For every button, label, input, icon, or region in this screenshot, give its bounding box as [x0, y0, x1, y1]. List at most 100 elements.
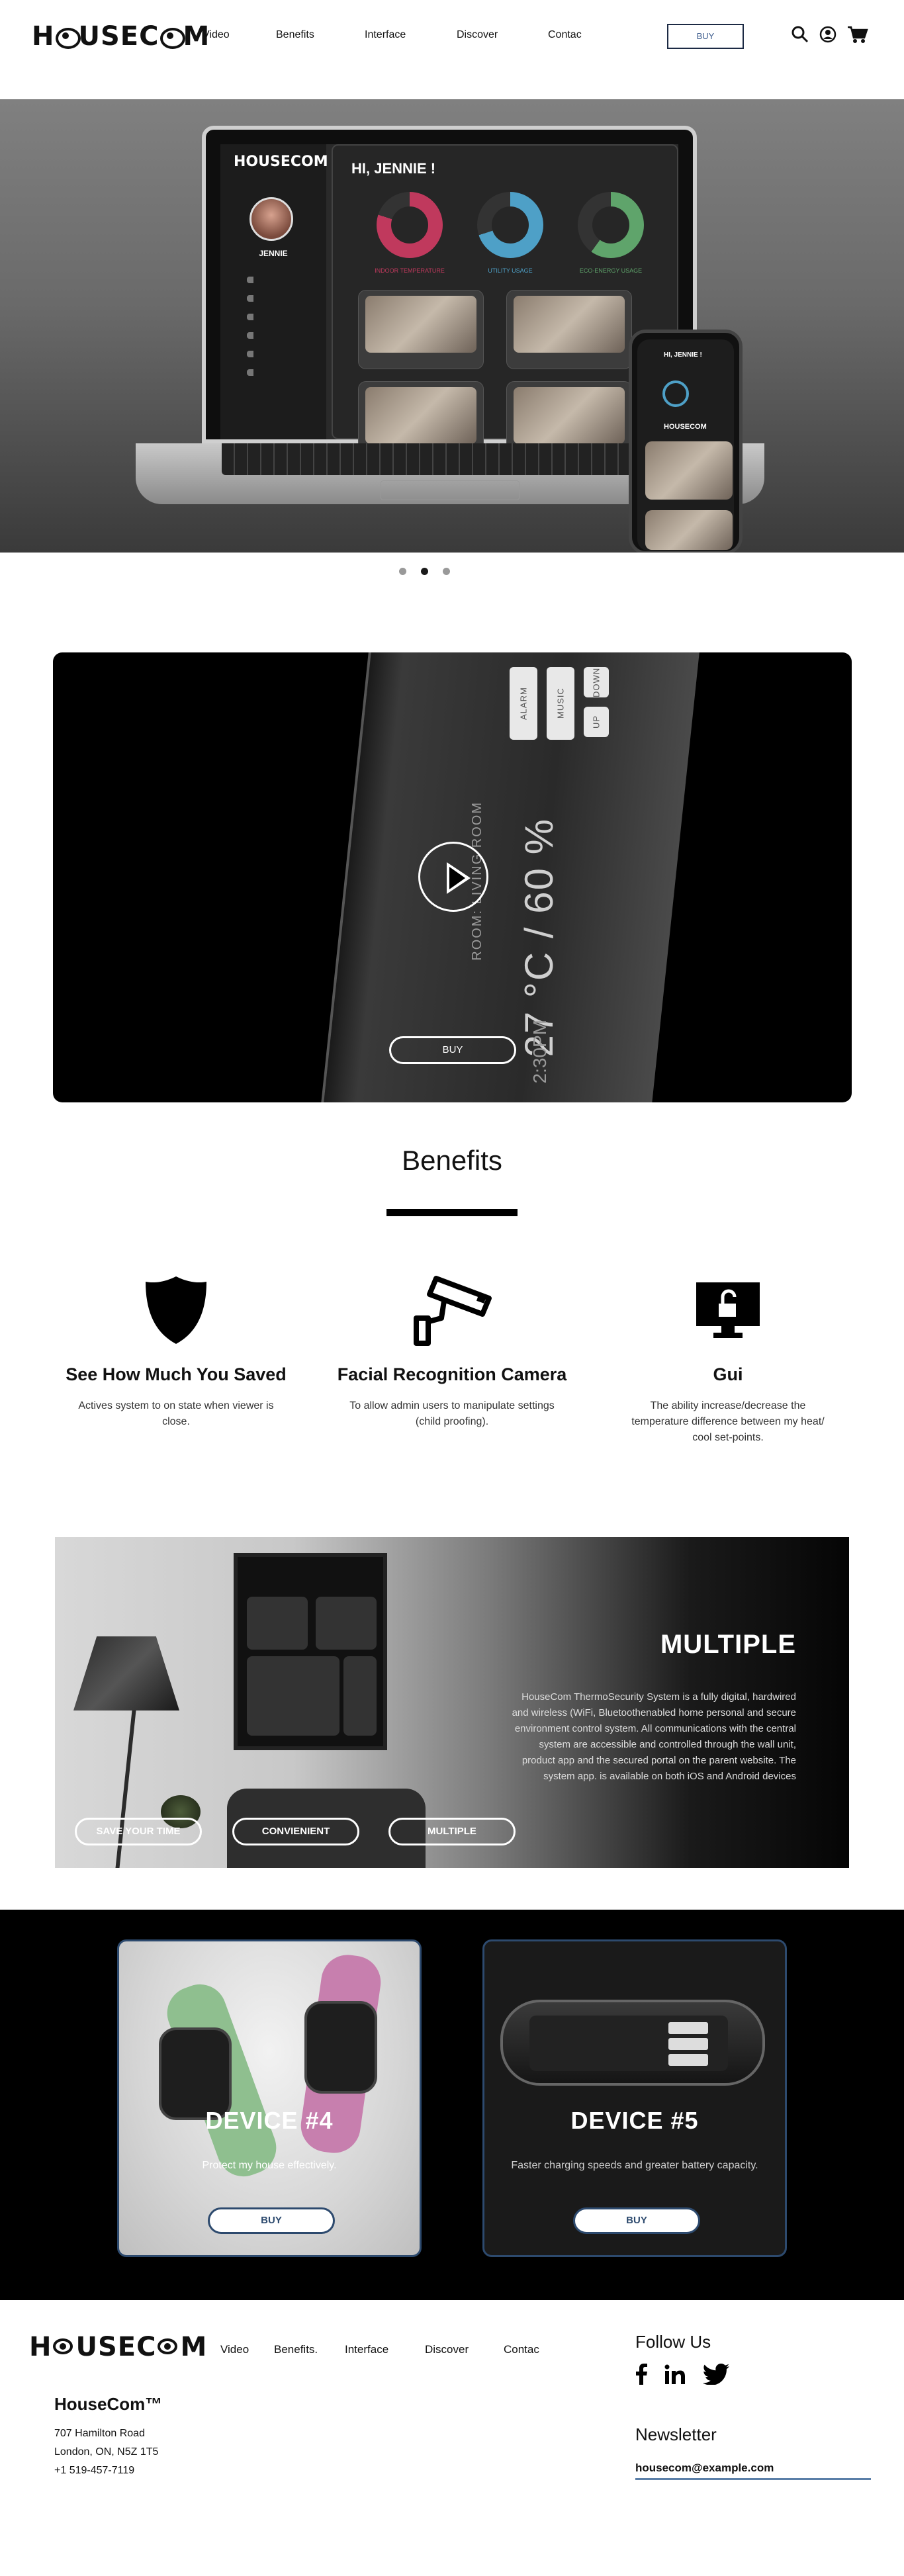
header-buy-button[interactable]: BUY [667, 24, 744, 49]
benefit-title: See How Much You Saved [66, 1364, 287, 1384]
smartwatch-image [159, 2027, 232, 2120]
app-menu [247, 277, 300, 388]
header-icons [791, 25, 868, 44]
carousel-dot-active[interactable] [421, 568, 428, 575]
site-footer: H USEC M Video Benefits. Interface Discove… [0, 2300, 904, 2576]
nav-benefits[interactable]: Benefits [276, 29, 314, 41]
play-icon[interactable] [418, 842, 488, 912]
linkedin-icon[interactable] [664, 2364, 686, 2387]
device-4-buy-button[interactable]: BUY [208, 2207, 335, 2234]
app-greeting: HI, JENNIE ! [351, 160, 436, 177]
phone-room-card [645, 510, 733, 550]
device-button-alarm: ALARM [510, 667, 537, 740]
phone-greeting: HI, JENNIE ! [664, 351, 702, 359]
wall-tablet-card [343, 1656, 377, 1736]
footer-nav-benefits[interactable]: Benefits. [274, 2343, 318, 2356]
eye-logo-icon [54, 24, 81, 49]
convenient-button[interactable]: CONVIENIENT [232, 1818, 359, 1845]
carousel-dot[interactable] [443, 568, 450, 575]
benefits-title: Benefits [402, 1145, 502, 1176]
device-card-4: DEVICE #4 Protect my house effectively. … [117, 1939, 422, 2257]
smartwatch-image [304, 2001, 377, 2094]
benefit-text: To allow admin users to manipulate setti… [349, 1400, 555, 1427]
benefit-title: Facial Recognition Camera [337, 1364, 567, 1384]
logo[interactable]: H USEC M [32, 21, 210, 52]
eye-logo-icon [156, 2334, 180, 2357]
footer-address: 707 Hamilton Road London, ON, N5Z 1T5 +1… [54, 2424, 158, 2480]
footer-nav-contact[interactable]: Contac [504, 2343, 539, 2356]
shield-icon [54, 1270, 298, 1350]
benefit-text: The ability increase/decrease the temper… [631, 1400, 825, 1443]
social-links [635, 2364, 729, 2388]
phone-number: +1 519-457-7119 [54, 2465, 135, 2476]
carousel-dots [399, 568, 450, 575]
facebook-icon[interactable] [635, 2364, 647, 2388]
gauge-indoor-temperature [377, 192, 443, 258]
footer-nav-discover[interactable]: Discover [425, 2343, 469, 2356]
device-button-up: UP [584, 707, 609, 737]
footer-nav-video[interactable]: Video [220, 2343, 249, 2356]
device-description: Faster charging speeds and greater batte… [511, 2160, 758, 2171]
eye-logo-icon [52, 2334, 75, 2357]
lamp-image [73, 1636, 179, 1710]
carousel-dot[interactable] [399, 568, 406, 575]
phone-screen: HI, JENNIE ! HOUSECOM [637, 339, 734, 551]
device-time-readout: 2:30PM [529, 1020, 550, 1084]
thermostat-button [668, 2022, 708, 2034]
twitter-icon[interactable] [702, 2364, 729, 2388]
video-player[interactable]: ALARM MUSIC DOWN UP ROOM: LIVING ROOM 27… [53, 652, 852, 1102]
device-name: DEVICE #4 [205, 2107, 334, 2134]
benefit-card: Gui The ability increase/decrease the te… [606, 1270, 850, 1446]
app-dashboard: HOUSECOM JENNIE HI, JENNIE ! INDOOR TEMP… [220, 144, 678, 461]
wall-tablet-card [316, 1597, 377, 1650]
touchpad [381, 480, 520, 500]
multiple-title: MULTIPLE [660, 1630, 796, 1659]
app-menu-item [247, 277, 300, 283]
laptop-mockup: HOUSECOM JENNIE HI, JENNIE ! INDOOR TEMP… [202, 126, 697, 461]
keyboard [222, 443, 678, 475]
wall-tablet-image [234, 1553, 387, 1750]
footer-brand: HouseCom™ [54, 2394, 163, 2414]
avatar [249, 197, 293, 241]
save-your-time-button[interactable]: SAVE YOUR TIME [75, 1818, 202, 1845]
follow-us-title: Follow Us [635, 2332, 711, 2352]
site-header: H USEC M Video Benefits Interface Discover… [0, 0, 904, 99]
video-buy-button[interactable]: BUY [389, 1036, 516, 1064]
app-menu-item [247, 332, 300, 339]
address-line: 707 Hamilton Road [54, 2428, 145, 2439]
device-buttons: ALARM MUSIC DOWN UP [510, 667, 609, 740]
thermostat-image [500, 2000, 765, 2086]
multiple-button[interactable]: MULTIPLE [388, 1818, 516, 1845]
gauge-label: UTILITY USAGE [488, 267, 533, 274]
eye-logo-icon [159, 24, 186, 49]
user-icon[interactable] [819, 26, 836, 43]
gauge-label: INDOOR TEMPERATURE [375, 267, 445, 274]
search-icon[interactable] [791, 26, 809, 43]
nav-interface[interactable]: Interface [365, 29, 406, 41]
thermostat-button [668, 2054, 708, 2066]
newsletter-email-input[interactable] [635, 2456, 871, 2480]
multiple-feature-banner: MULTIPLE HouseCom ThermoSecurity System … [55, 1537, 849, 1868]
nav-contact[interactable]: Contac [548, 29, 582, 41]
thermostat-button [668, 2038, 708, 2050]
device-5-buy-button[interactable]: BUY [573, 2207, 700, 2234]
gauge-label: ECO-ENERGY USAGE [579, 267, 643, 274]
room-card-living-room [358, 290, 484, 369]
benefits-divider [386, 1209, 518, 1216]
phone-gauge [662, 380, 689, 407]
cart-icon[interactable] [847, 25, 868, 44]
benefit-title: Gui [713, 1364, 743, 1384]
footer-nav-interface[interactable]: Interface [345, 2343, 388, 2356]
wall-tablet-card [247, 1597, 308, 1650]
gauge-eco-energy-usage [578, 192, 644, 258]
device-button-music: MUSIC [547, 667, 574, 740]
app-menu-item [247, 351, 300, 357]
hero-banner: HOUSECOM JENNIE HI, JENNIE ! INDOOR TEMP… [0, 99, 904, 553]
nav-discover[interactable]: Discover [457, 29, 498, 41]
benefit-card: See How Much You Saved Actives system to… [54, 1270, 298, 1430]
app-main-panel: HI, JENNIE ! INDOOR TEMPERATURE UTILITY … [332, 144, 678, 461]
device-name: DEVICE #5 [570, 2107, 699, 2134]
nav-video[interactable]: Video [203, 29, 230, 41]
footer-logo[interactable]: H USEC M [29, 2332, 207, 2362]
app-menu-item [247, 369, 300, 376]
